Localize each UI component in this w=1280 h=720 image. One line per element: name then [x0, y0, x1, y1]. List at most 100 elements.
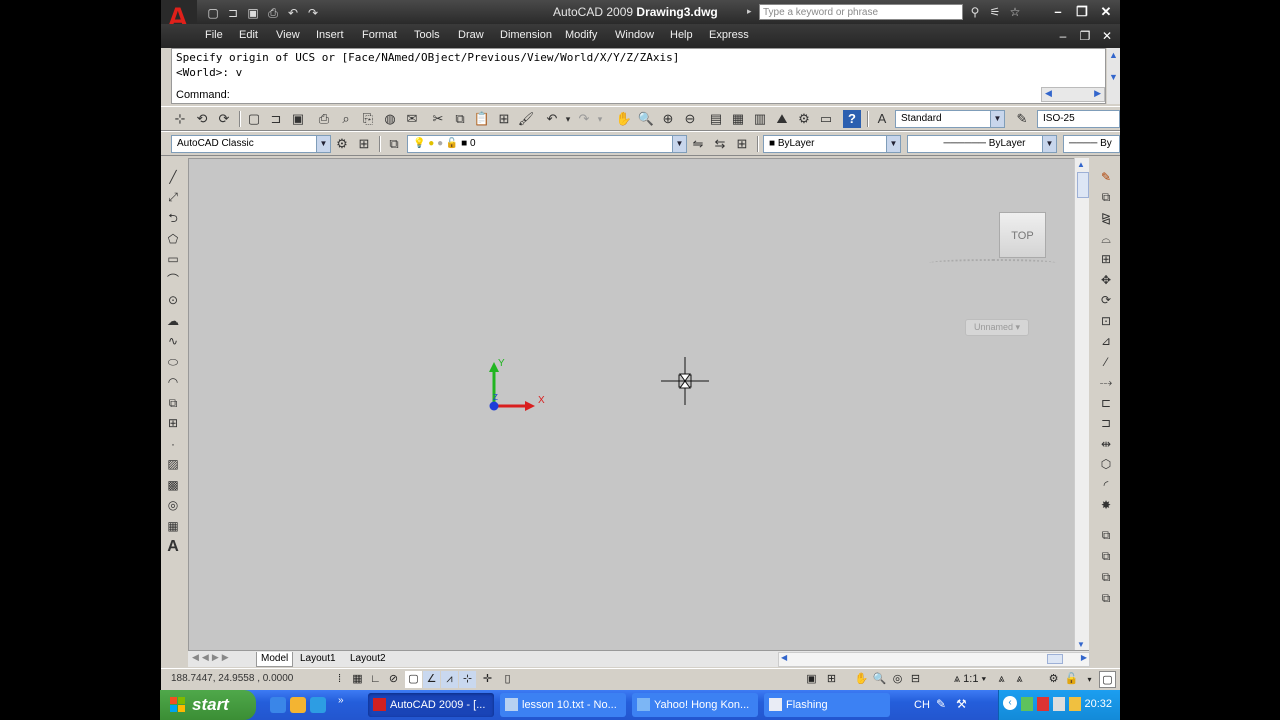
tray-expand-icon[interactable]: ‹ [1003, 696, 1017, 710]
rotate-icon[interactable]: ⟳ [1097, 291, 1115, 309]
tool-icon[interactable]: ⚒ [956, 697, 967, 711]
open-icon[interactable]: ⊐ [267, 110, 285, 128]
spline-icon[interactable]: ∿ [164, 332, 182, 350]
dim-style-dropdown[interactable]: ISO-25 [1037, 110, 1120, 128]
block-editor-icon[interactable]: ⊞ [495, 110, 513, 128]
color-dropdown[interactable]: ■ ByLayer ▼ [763, 135, 901, 153]
menu-view[interactable]: View [276, 29, 300, 41]
redo-icon[interactable]: ↷ [305, 6, 321, 20]
chevron-down-icon[interactable]: ▼ [886, 136, 900, 152]
media-quicklaunch-icon[interactable] [290, 697, 306, 713]
annotation-visibility-icon[interactable]: ⩓ [993, 671, 1010, 688]
match-properties-icon[interactable]: 🖌 [517, 110, 535, 128]
chevron-down-icon[interactable]: ▼ [672, 136, 686, 152]
menu-file[interactable]: File [205, 29, 223, 41]
pan-status-icon[interactable]: ✋ [853, 671, 870, 688]
bring-to-front-icon[interactable]: ⧉ [1097, 547, 1115, 565]
copy-icon[interactable]: ⧉ [451, 110, 469, 128]
circle-icon[interactable]: ⊙ [164, 291, 182, 309]
break-at-point-icon[interactable]: ⊏ [1097, 394, 1115, 412]
3d-dwf-icon[interactable]: ◍ [381, 110, 399, 128]
doc-minimize-button[interactable]: – [1055, 28, 1071, 44]
snap-icon[interactable]: ▦ [349, 671, 366, 688]
otrack-icon[interactable]: ⩘ [441, 671, 458, 688]
draw-order-icon[interactable]: ⧉ [1097, 526, 1115, 544]
workspace-settings-icon[interactable]: ⚙ [333, 135, 351, 153]
search-input[interactable]: Type a keyword or phrase [759, 4, 963, 20]
menu-express[interactable]: Express [709, 29, 749, 41]
fillet-icon[interactable]: ◜ [1097, 476, 1115, 494]
task-yahoo[interactable]: Yahoo! Hong Kon... [632, 693, 758, 717]
layer-properties-icon[interactable]: ⧉ [385, 135, 403, 153]
tab-navigation-arrows[interactable]: ◀◀▶▶ [192, 652, 232, 663]
tray-app-icon[interactable] [1069, 697, 1081, 711]
annotation-scale[interactable]: ⩓ 1:1 ▾ [951, 671, 989, 688]
grid-icon[interactable]: ∟ [367, 671, 384, 688]
zoom-realtime-icon[interactable]: 🔍 [637, 110, 655, 128]
ie-quicklaunch-icon[interactable] [270, 697, 286, 713]
layer-states-icon[interactable]: ⊞ [733, 135, 751, 153]
join-icon[interactable]: ⇹ [1097, 435, 1115, 453]
infer-constraints-icon[interactable]: ⁞ [331, 671, 348, 688]
gradient-icon[interactable]: ▩ [164, 476, 182, 494]
scroll-right-icon[interactable]: ▶ [1094, 88, 1101, 99]
start-button[interactable]: start [160, 690, 256, 720]
copy-object-icon[interactable]: ⧉ [1097, 188, 1115, 206]
publish-icon[interactable]: ⎘ [359, 110, 377, 128]
search-expand-icon[interactable]: ▸ [747, 6, 752, 17]
menu-insert[interactable]: Insert [316, 29, 344, 41]
chevron-down-icon[interactable]: ▼ [1042, 136, 1056, 152]
help-icon[interactable]: ? [843, 110, 861, 128]
erase-icon[interactable]: ✎ [1097, 168, 1115, 186]
zoom-window-icon[interactable]: ⊕ [659, 110, 677, 128]
restore-button[interactable]: ❐ [1073, 4, 1091, 20]
workspace-switching-icon[interactable]: ⚙ [1045, 671, 1062, 688]
viewcube-top-face[interactable]: TOP [1011, 230, 1033, 242]
sheet-set-icon[interactable]: ⛰ [773, 110, 791, 128]
communication-center-icon[interactable]: ⚟ [985, 4, 1005, 20]
menu-tools[interactable]: Tools [414, 29, 440, 41]
viewcube-compass-ring[interactable] [929, 259, 1057, 267]
tool-palettes-icon[interactable]: ▥ [751, 110, 769, 128]
zoom-previous-icon[interactable]: ⊖ [681, 110, 699, 128]
tray-app-icon[interactable] [1037, 697, 1049, 711]
scroll-down-icon[interactable]: ▼ [1109, 72, 1118, 82]
dyn-icon[interactable]: ✛ [479, 671, 496, 688]
ucs-icon[interactable]: ⊹ [171, 110, 189, 128]
wcs-menu[interactable]: Unnamed ▾ [965, 319, 1029, 336]
drawing-area[interactable]: TOP Unnamed ▾ Y X Z [188, 158, 1089, 652]
browser-quicklaunch-icon[interactable] [310, 697, 326, 713]
array-icon[interactable]: ⊞ [1097, 250, 1115, 268]
cut-icon[interactable]: ✂ [429, 110, 447, 128]
lineweight-dropdown[interactable]: ──── By [1063, 135, 1120, 153]
ellipse-arc-icon[interactable]: ◠ [164, 373, 182, 391]
layer-previous-icon[interactable]: ⇆ [711, 135, 729, 153]
bring-above-icon[interactable]: ⧉ [1097, 589, 1115, 607]
lineweight-toggle-icon[interactable]: ▯ [499, 671, 516, 688]
save-icon[interactable]: ▣ [245, 6, 261, 20]
input-method-icon[interactable]: ✎ [936, 697, 946, 711]
viewport-vscrollbar[interactable]: ▲ ▼ [1074, 158, 1089, 652]
menu-modify[interactable]: Modify [565, 29, 597, 41]
my-workspace-icon[interactable]: ⊞ [355, 135, 373, 153]
plot-preview-icon[interactable]: ⌕ [337, 110, 355, 128]
region-icon[interactable]: ◎ [164, 496, 182, 514]
minimize-button[interactable]: – [1049, 4, 1067, 20]
lock-icon[interactable]: 🔓 [446, 138, 458, 149]
sun-icon[interactable]: ● [428, 138, 434, 149]
new-file-icon[interactable]: ▢ [205, 6, 221, 20]
scroll-up-icon[interactable]: ▲ [1077, 160, 1085, 169]
status-menu-icon[interactable]: ▾ [1081, 671, 1098, 688]
explode-icon[interactable]: ✸ [1097, 496, 1115, 514]
model-space-icon[interactable]: ▣ [803, 671, 820, 688]
rectangle-icon[interactable]: ▭ [164, 250, 182, 268]
send-to-back-icon[interactable]: ⧉ [1097, 568, 1115, 586]
etransmit-icon[interactable]: ✉ [403, 110, 421, 128]
menu-dimension[interactable]: Dimension [500, 29, 552, 41]
scroll-down-icon[interactable]: ▼ [1077, 640, 1085, 649]
arc-icon[interactable]: ⌒ [164, 271, 182, 289]
point-icon[interactable]: · [164, 435, 182, 453]
move-icon[interactable]: ✥ [1097, 271, 1115, 289]
design-center-icon[interactable]: ▦ [729, 110, 747, 128]
free-orbit-icon[interactable]: ⟳ [215, 110, 233, 128]
